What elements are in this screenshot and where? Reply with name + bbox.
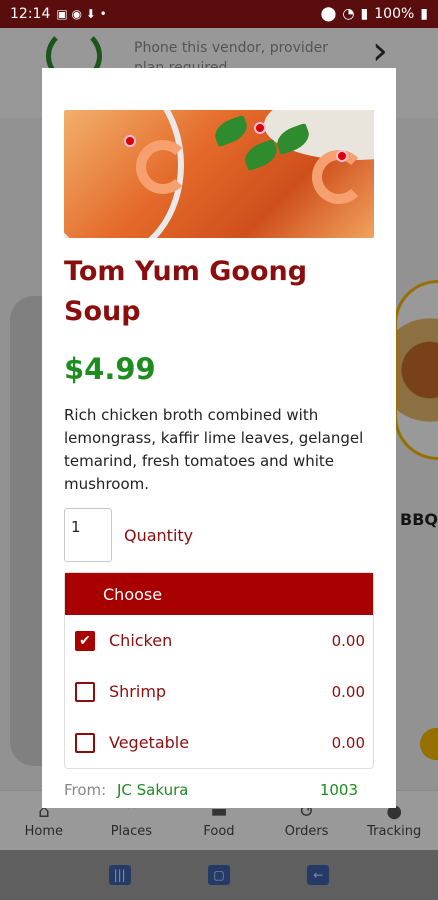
image-herb bbox=[211, 114, 251, 148]
image-chili bbox=[124, 135, 136, 147]
battery-text: 100% bbox=[374, 6, 415, 22]
location-icon: ⬤ bbox=[320, 6, 337, 22]
option-price: 0.00 bbox=[331, 631, 365, 650]
vendor-link[interactable]: JC Sakura bbox=[117, 781, 188, 799]
vendor-row: From: JC Sakura 1003 bbox=[64, 781, 374, 799]
quantity-row: Quantity bbox=[64, 508, 374, 562]
options-list: Choose ✔ Chicken 0.00 Shrimp 0.00 Vegeta… bbox=[64, 572, 374, 769]
item-title: Tom Yum Goong Soup bbox=[64, 256, 308, 327]
from-label: From: bbox=[64, 781, 107, 799]
option-row-vegetable[interactable]: Vegetable 0.00 bbox=[65, 717, 373, 768]
image-chili bbox=[254, 122, 266, 134]
image-herb bbox=[241, 138, 281, 172]
checkbox-shrimp[interactable] bbox=[75, 681, 95, 702]
signal-icon: ▮ bbox=[360, 6, 369, 22]
option-row-chicken[interactable]: ✔ Chicken 0.00 bbox=[65, 615, 373, 666]
option-row-shrimp[interactable]: Shrimp 0.00 bbox=[65, 666, 373, 717]
checkbox-chicken[interactable]: ✔ bbox=[75, 630, 95, 651]
checkbox-vegetable[interactable] bbox=[75, 732, 95, 753]
option-name: Vegetable bbox=[109, 733, 190, 752]
quantity-input[interactable] bbox=[64, 508, 112, 562]
item-description: Rich chicken broth combined with lemongr… bbox=[64, 406, 364, 493]
item-price: $4.99 bbox=[64, 352, 156, 386]
quantity-label: Quantity bbox=[124, 525, 194, 545]
option-name: Shrimp bbox=[109, 682, 167, 701]
options-header: Choose bbox=[65, 573, 373, 615]
vendor-code: 1003 bbox=[319, 781, 358, 799]
wifi-icon: ◔ bbox=[342, 6, 355, 22]
option-price: 0.00 bbox=[331, 733, 365, 752]
notification-icons: ▣ ◉ ⬇ • bbox=[56, 7, 107, 21]
item-image bbox=[64, 110, 374, 238]
item-detail-dialog: Tom Yum Goong Soup $4.99 Rich chicken br… bbox=[42, 68, 396, 808]
status-time: 12:14 bbox=[10, 6, 51, 22]
image-shrimp bbox=[136, 140, 190, 194]
option-price: 0.00 bbox=[331, 682, 365, 701]
status-bar: 12:14 ▣ ◉ ⬇ • ⬤ ◔ ▮ 100% ▮ bbox=[0, 0, 438, 28]
battery-icon: ▮ bbox=[420, 6, 428, 22]
option-name: Chicken bbox=[109, 631, 173, 650]
image-chili bbox=[336, 150, 348, 162]
